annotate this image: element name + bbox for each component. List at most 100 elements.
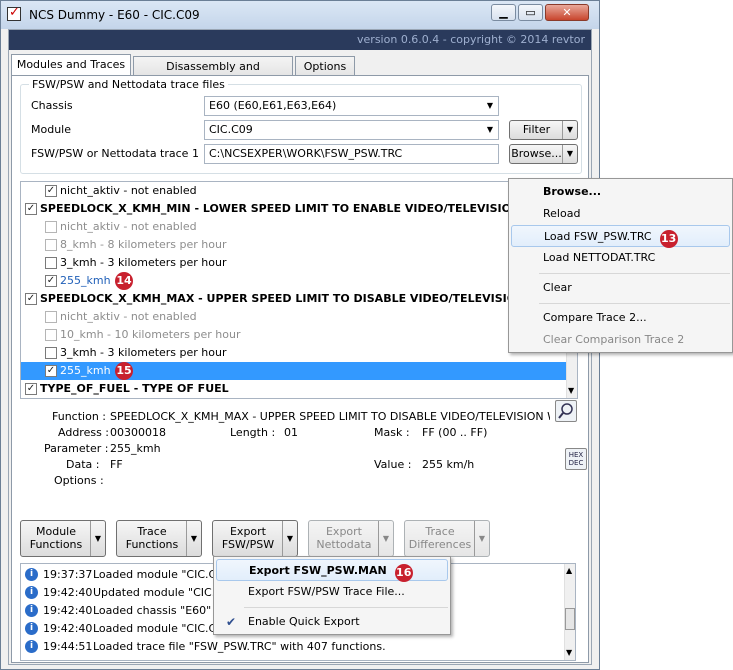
tree-row[interactable]: 8_kmh - 8 kilometers per hour — [21, 236, 569, 254]
checkbox-unchecked[interactable] — [45, 347, 57, 359]
chevron-down-icon[interactable]: ▼ — [562, 145, 577, 163]
export-menu-item-label: Enable Quick Export — [248, 615, 360, 628]
chevron-down-icon[interactable]: ▼ — [186, 521, 201, 556]
length-label: Length : — [230, 426, 276, 439]
browse-menu-item-label: Load NETTODAT.TRC — [543, 251, 656, 264]
button-label-line2: Nettodata — [316, 538, 372, 551]
browse-menu-item[interactable]: Compare Trace 2... — [511, 307, 730, 329]
trace-files-group: FSW/PSW and Nettodata trace files Chassi… — [20, 78, 582, 174]
tab-disassembly-and-checksums[interactable]: Disassembly and Checksums — [133, 56, 293, 93]
tree-row[interactable]: ✓ nicht_aktiv - not enabled — [21, 182, 569, 200]
log-time: 19:44:51 — [43, 640, 93, 653]
tree-row-label: 3_kmh - 3 kilometers per hour — [60, 346, 227, 359]
checkbox-unchecked[interactable] — [45, 257, 57, 269]
tree-row[interactable]: 3_kmh - 3 kilometers per hour — [21, 344, 569, 362]
chevron-down-icon: ▼ — [486, 125, 494, 134]
tree-row-label: 8_kmh - 8 kilometers per hour — [60, 238, 227, 251]
hex-dec-toggle-icon[interactable]: HEX DEC — [565, 448, 587, 470]
checkbox-checked[interactable]: ✓ — [25, 383, 37, 395]
chassis-select[interactable]: E60 (E60,E61,E63,E64) ▼ — [204, 96, 499, 116]
tree-row[interactable]: 3_kmh - 3 kilometers per hour — [21, 254, 569, 272]
export-menu-item[interactable]: Export FSW/PSW Trace File... — [216, 581, 448, 603]
filter-button[interactable]: Filter ▼ — [509, 120, 578, 140]
browse-menu-item[interactable]: Load NETTODAT.TRC — [511, 247, 730, 269]
log-scroll-thumb[interactable] — [565, 608, 575, 630]
scroll-down-icon[interactable]: ▼ — [566, 648, 572, 657]
checkbox-unchecked[interactable] — [45, 329, 57, 341]
log-time: 19:42:40 — [43, 622, 93, 635]
checkbox-unchecked[interactable] — [45, 311, 57, 323]
export-menu-item[interactable]: Export FSW_PSW.MAN 16 — [216, 559, 448, 582]
tree-row-label: TYPE_OF_FUEL - TYPE OF FUEL — [40, 382, 229, 395]
browse-button[interactable]: Browse... ▼ — [509, 144, 578, 164]
chevron-down-icon[interactable]: ▼ — [90, 521, 105, 556]
menu-separator — [539, 273, 730, 274]
button-label-line2: FSW/PSW — [221, 538, 275, 551]
tree-row[interactable]: nicht_aktiv - not enabled — [21, 308, 569, 326]
browse-menu-item[interactable]: Browse... — [511, 181, 730, 203]
export-nettodata-button[interactable]: Export Nettodata ▼ — [308, 520, 394, 557]
function-tree[interactable]: ✓ nicht_aktiv - not enabled ✓ SPEEDLOCK_X_K… — [20, 181, 578, 399]
chassis-select-value: E60 (E60,E61,E63,E64) — [209, 99, 337, 112]
browse-menu-item[interactable]: Load FSW_PSW.TRC 13 — [511, 225, 730, 248]
trace-functions-button[interactable]: Trace Functions ▼ — [116, 520, 202, 557]
address-label: Address : — [58, 426, 110, 439]
module-select[interactable]: CIC.C09 ▼ — [204, 120, 499, 140]
value-value: 255 km/h — [422, 458, 475, 471]
info-icon: i — [25, 586, 38, 599]
chevron-down-icon[interactable]: ▼ — [474, 521, 489, 556]
tree-row-label: nicht_aktiv - not enabled — [60, 184, 197, 197]
scroll-up-icon[interactable]: ▲ — [566, 566, 572, 575]
export-menu-item-label: Export FSW_PSW.MAN — [249, 564, 387, 577]
button-label-line1: Export — [325, 525, 362, 538]
tree-row[interactable]: ✓ TYPE_OF_FUEL - TYPE OF FUEL — [21, 380, 569, 398]
button-label-line1: Module — [36, 525, 76, 538]
export-menu-item[interactable]: ✔ Enable Quick Export — [216, 611, 448, 633]
tree-row[interactable]: ✓ 255_kmh 14 — [21, 272, 569, 290]
checkmark-icon: ✔ — [226, 615, 237, 629]
length-value: 01 — [284, 426, 298, 439]
tab-options[interactable]: Options — [295, 56, 355, 76]
browse-menu-item-label: Load FSW_PSW.TRC — [544, 230, 652, 243]
checkbox-checked[interactable]: ✓ — [45, 275, 57, 287]
chevron-down-icon[interactable]: ▼ — [282, 521, 297, 556]
tree-row-label: 255_kmh — [60, 274, 111, 287]
tree-row[interactable]: 10_kmh - 10 kilometers per hour — [21, 326, 569, 344]
chevron-down-icon[interactable]: ▼ — [562, 121, 577, 139]
tree-row[interactable]: ✓ 255_kmh 15 — [21, 362, 569, 380]
tree-row[interactable]: nicht_aktiv - not enabled — [21, 218, 569, 236]
checkbox-unchecked[interactable] — [45, 239, 57, 251]
log-time: 19:42:40 — [43, 604, 93, 617]
info-icon: i — [25, 640, 38, 653]
export-fsw-psw-button[interactable]: Export FSW/PSW ▼ — [212, 520, 298, 557]
step-badge: 13 — [659, 230, 678, 248]
checkbox-checked[interactable]: ✓ — [45, 185, 57, 197]
version-banner: version 0.6.0.4 - copyright © 2014 revto… — [9, 30, 591, 50]
title-bar[interactable]: NCS Dummy - E60 - CIC.C09 ▁ ▭ ✕ — [1, 1, 599, 29]
checkbox-checked[interactable]: ✓ — [25, 293, 37, 305]
scroll-down-icon[interactable]: ▼ — [568, 386, 574, 395]
checkbox-unchecked[interactable] — [45, 221, 57, 233]
parameter-label: Parameter : — [44, 442, 109, 455]
data-label: Data : — [66, 458, 100, 471]
tab-modules-and-traces[interactable]: Modules and Traces — [11, 54, 131, 76]
data-value: FF — [110, 458, 123, 471]
maximize-button[interactable]: ▭ — [518, 4, 543, 21]
browse-dropdown-menu: Browse... Reload Load FSW_PSW.TRC 13 Load NE… — [508, 178, 733, 353]
search-icon[interactable] — [555, 400, 577, 422]
step-badge: 15 — [115, 362, 133, 380]
checkbox-checked[interactable]: ✓ — [25, 203, 37, 215]
trace-differences-button[interactable]: Trace Differences ▼ — [404, 520, 490, 557]
browse-menu-item[interactable]: Clear Comparison Trace 2 — [511, 329, 730, 351]
browse-menu-item[interactable]: Clear — [511, 277, 730, 299]
tree-row[interactable]: ✓ SPEEDLOCK_X_KMH_MAX - UPPER SPEED LIMIT… — [21, 290, 577, 308]
checkbox-checked[interactable]: ✓ — [45, 365, 57, 377]
module-functions-button[interactable]: Module Functions ▼ — [20, 520, 106, 557]
tree-row[interactable]: ✓ SPEEDLOCK_X_KMH_MIN - LOWER SPEED LIMIT… — [21, 200, 577, 218]
chevron-down-icon[interactable]: ▼ — [378, 521, 393, 556]
trace-file-input[interactable]: C:\NCSEXPER\WORK\FSW_PSW.TRC — [204, 144, 499, 164]
browse-menu-item[interactable]: Reload — [511, 203, 730, 225]
log-scrollbar[interactable]: ▲ ▼ — [564, 564, 575, 660]
minimize-button[interactable]: ▁ — [491, 4, 516, 21]
close-button[interactable]: ✕ — [545, 4, 589, 21]
